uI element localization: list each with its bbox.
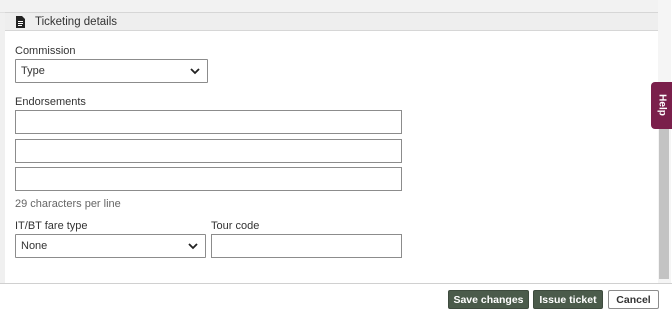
save-changes-button[interactable]: Save changes	[448, 290, 529, 309]
cancel-button[interactable]: Cancel	[608, 290, 659, 309]
document-icon	[16, 16, 25, 28]
endorsements-hint: 29 characters per line	[15, 198, 121, 210]
fare-type-selected-value: None	[21, 240, 48, 252]
endorsement-line-3-input[interactable]	[15, 167, 402, 191]
section-header: Ticketing details	[5, 12, 658, 31]
commission-select[interactable]: Type	[15, 59, 208, 83]
section-title: Ticketing details	[35, 16, 118, 28]
tour-code-input[interactable]	[211, 234, 402, 258]
chevron-down-icon	[190, 68, 200, 75]
tour-code-label: Tour code	[211, 220, 260, 232]
help-tab-label: Help	[656, 94, 668, 116]
endorsements-label: Endorsements	[15, 96, 86, 108]
fare-type-select[interactable]: None	[15, 234, 206, 258]
scrollbar-thumb[interactable]	[659, 128, 669, 279]
endorsement-line-1-input[interactable]	[15, 110, 402, 134]
left-gutter	[0, 0, 5, 283]
help-tab[interactable]: Help	[651, 82, 672, 129]
issue-ticket-button[interactable]: Issue ticket	[533, 290, 603, 309]
commission-selected-value: Type	[21, 65, 45, 77]
chevron-down-icon	[188, 243, 198, 250]
endorsement-line-2-input[interactable]	[15, 139, 402, 163]
commission-label: Commission	[15, 45, 76, 57]
footer-action-bar: Save changes Issue ticket Cancel	[0, 283, 672, 309]
fare-type-label: IT/BT fare type	[15, 220, 88, 232]
